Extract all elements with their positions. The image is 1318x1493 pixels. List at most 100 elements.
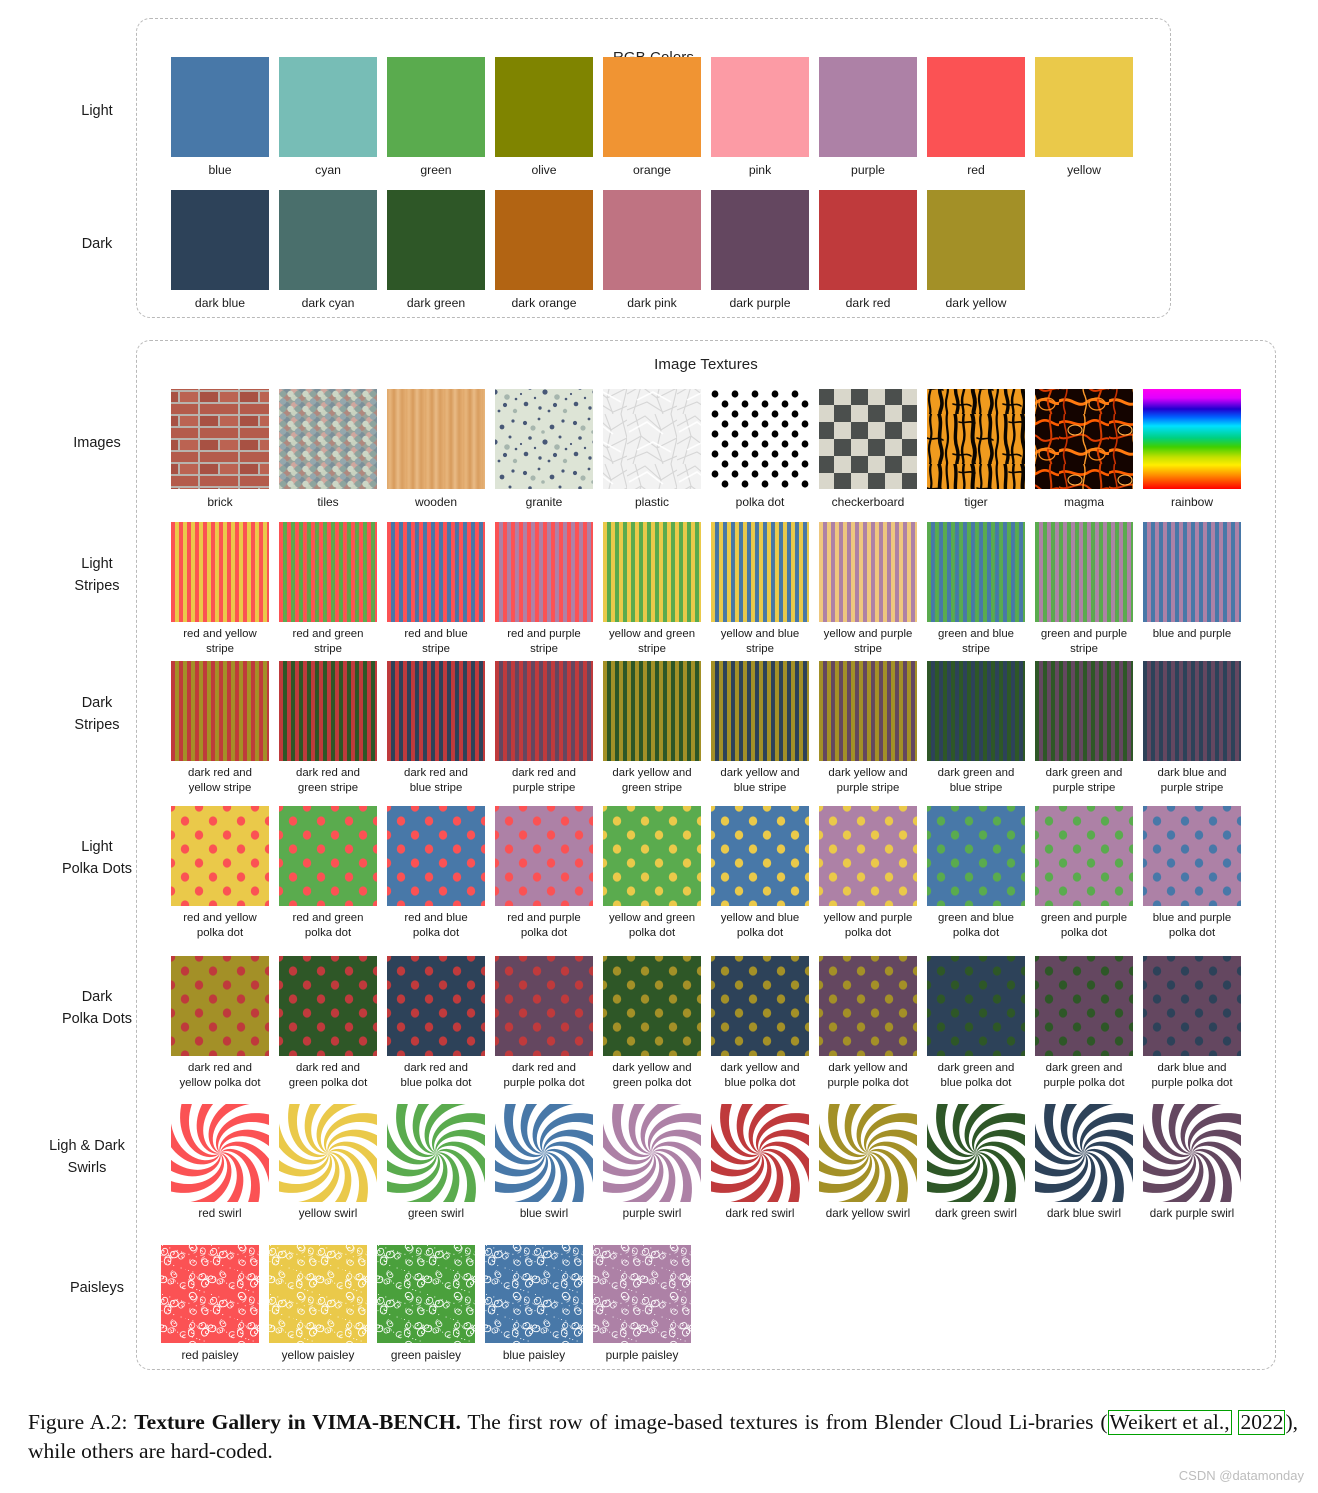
texture-swatch [1035, 522, 1133, 622]
texture-label: yellow and blue polka dot [720, 912, 800, 939]
texture-label: dark yellow and blue polka dot [720, 1062, 800, 1089]
light-stripe-cell: yellow and purple stripe [814, 522, 922, 656]
texture-swatch [387, 389, 485, 489]
texture-swatch [495, 522, 593, 622]
texture-swatch [279, 1104, 377, 1202]
texture-label: dark purple [729, 296, 791, 310]
dark-stripe-cell: dark red and blue stripe [382, 661, 490, 795]
texture-label: red and green polka dot [292, 912, 364, 939]
dark-stripe-cell: dark red and purple stripe [490, 661, 598, 795]
light-stripe-cell: red and blue stripe [382, 522, 490, 656]
texture-label: blue and purple [1152, 628, 1232, 640]
texture-swatch [495, 956, 593, 1056]
paisley-cell: blue paisley [480, 1245, 588, 1363]
texture-label: purple [851, 163, 885, 177]
swirl-cell: dark green swirl [922, 1104, 1030, 1222]
texture-label: olive [531, 163, 557, 177]
texture-label: dark red swirl [725, 1207, 795, 1220]
dark-stripe-cell: dark blue and purple stripe [1138, 661, 1246, 795]
texture-label: dark red and yellow polka dot [179, 1062, 261, 1089]
texture-label: red paisley [181, 1348, 239, 1362]
rgb-color-cell: red [922, 57, 1030, 179]
image-texture-cell: tiger [922, 389, 1030, 510]
texture-label: rainbow [1170, 495, 1214, 509]
texture-swatch [927, 389, 1025, 489]
texture-label: brick [207, 495, 233, 509]
texture-label: granite [525, 495, 563, 509]
texture-swatch [593, 1245, 691, 1343]
texture-swatch [1035, 806, 1133, 906]
texture-swatch [279, 806, 377, 906]
swirl-cell: yellow swirl [274, 1104, 382, 1222]
texture-label: yellow and green stripe [608, 628, 696, 655]
texture-label: dark yellow [945, 296, 1007, 310]
texture-swatch [819, 806, 917, 906]
texture-swatch [927, 806, 1025, 906]
citation-author[interactable]: Weikert et al., [1107, 1410, 1232, 1435]
texture-swatch [819, 389, 917, 489]
image-texture-cell: magma [1030, 389, 1138, 510]
texture-label: red and blue polka dot [404, 912, 468, 939]
texture-label: dark yellow and purple stripe [828, 767, 908, 794]
texture-label: dark yellow and purple polka dot [827, 1062, 909, 1089]
texture-label: tiles [317, 495, 339, 509]
texture-label: dark red and yellow stripe [188, 767, 252, 794]
texture-swatch [819, 522, 917, 622]
light-stripe-cell: blue and purple [1138, 522, 1246, 656]
texture-label: red and yellow stripe [183, 628, 257, 655]
dark-polka-cell: dark yellow and blue polka dot [706, 956, 814, 1090]
light-polka-cell: yellow and green polka dot [598, 806, 706, 940]
paisley-cell: red paisley [156, 1245, 264, 1363]
texture-swatch [269, 1245, 367, 1343]
light-polka-cell: green and blue polka dot [922, 806, 1030, 940]
dark-polka-cell: dark red and yellow polka dot [166, 956, 274, 1090]
texture-swatch [711, 522, 809, 622]
texture-swatch [1035, 389, 1133, 489]
texture-swatch [1143, 1104, 1241, 1202]
row-label-dark: Dark [81, 236, 113, 252]
texture-swatch [279, 190, 377, 290]
citation-year[interactable]: 2022 [1238, 1410, 1286, 1435]
swirl-cell: dark red swirl [706, 1104, 814, 1222]
texture-label: dark red [845, 296, 891, 310]
texture-label: green swirl [407, 1207, 465, 1220]
texture-swatch [495, 806, 593, 906]
light-stripe-cell: red and green stripe [274, 522, 382, 656]
paisley-cell: yellow paisley [264, 1245, 372, 1363]
dark-polka-cell: dark blue and purple polka dot [1138, 956, 1246, 1090]
texture-swatch [1143, 806, 1241, 906]
dark-stripe-cell: dark red and yellow stripe [166, 661, 274, 795]
texture-swatch [495, 1104, 593, 1202]
paisley-cell: purple paisley [588, 1245, 696, 1363]
texture-swatch [161, 1245, 259, 1343]
texture-swatch [711, 1104, 809, 1202]
rgb-color-cell: dark pink [598, 190, 706, 312]
texture-label: purple swirl [622, 1207, 682, 1220]
texture-label: dark red and purple polka dot [503, 1062, 585, 1089]
texture-label: green and purple stripe [1040, 628, 1128, 655]
texture-label: red and green stripe [292, 628, 364, 655]
texture-label: green and blue polka dot [937, 912, 1014, 939]
rgb-color-cell: dark green [382, 190, 490, 312]
texture-label: dark purple swirl [1149, 1207, 1235, 1220]
figure-title-dot: . [455, 1410, 461, 1434]
image-texture-cell: checkerboard [814, 389, 922, 510]
texture-label: wooden [414, 495, 458, 509]
texture-swatch [603, 1104, 701, 1202]
texture-label: red and purple polka dot [507, 912, 581, 939]
texture-swatch [711, 389, 809, 489]
texture-label: green paisley [390, 1348, 462, 1362]
light-stripe-cell: yellow and blue stripe [706, 522, 814, 656]
texture-swatch [171, 190, 269, 290]
texture-swatch [495, 57, 593, 157]
dark-polka-cell: dark yellow and green polka dot [598, 956, 706, 1090]
rgb-color-cell: purple [814, 57, 922, 179]
rgb-color-cell: dark orange [490, 190, 598, 312]
watermark: CSDN @datamonday [1178, 1468, 1304, 1483]
figure-label: Figure A.2: [28, 1410, 128, 1434]
dark-polka-cell: dark red and purple polka dot [490, 956, 598, 1090]
dark-stripe-cell: dark green and purple stripe [1030, 661, 1138, 795]
swirl-cell: red swirl [166, 1104, 274, 1222]
texture-label: dark green swirl [935, 1207, 1017, 1220]
figure-title-bold: Texture Gallery in VIMA-B [134, 1410, 394, 1434]
